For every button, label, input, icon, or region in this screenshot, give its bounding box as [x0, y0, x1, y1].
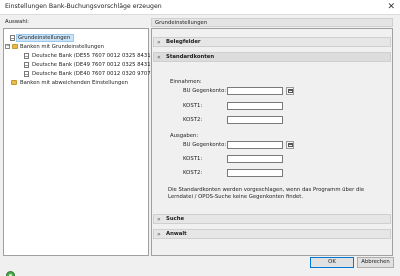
- settings-header: Grundeinstellungen: [151, 18, 393, 27]
- einnahmen-bu-gegenkonto-input[interactable]: [227, 87, 283, 95]
- ausgaben-heading: Ausgaben:: [170, 133, 199, 139]
- calendar-icon: [288, 143, 293, 147]
- expand-chevron-icon: »: [157, 216, 161, 223]
- ausgaben-kost2-input[interactable]: [227, 169, 283, 177]
- einnahmen-kost1-label: KOST1:: [183, 103, 203, 109]
- tree-item-label: Banken mit abweichenden Einstellungen: [20, 80, 128, 86]
- folder-icon: [12, 44, 18, 49]
- section-title: Anwalt: [166, 231, 187, 237]
- section-title: Suche: [166, 216, 185, 222]
- section-suche[interactable]: » Suche: [153, 214, 391, 224]
- expand-chevron-icon: »: [157, 231, 161, 238]
- document-icon: [24, 71, 29, 77]
- ausgaben-kost1-label: KOST1:: [183, 156, 203, 162]
- document-icon: [24, 53, 29, 59]
- ok-button[interactable]: OK: [310, 257, 354, 268]
- document-icon: [10, 35, 15, 41]
- ausgaben-kost2-label: KOST2:: [183, 170, 203, 176]
- ausgaben-kost1-input[interactable]: [227, 155, 283, 163]
- einnahmen-bu-gegenkonto-label: BU Gegenkonto:: [183, 88, 227, 94]
- cancel-button[interactable]: Abbrechen: [357, 257, 394, 268]
- ausgaben-account-lookup-button[interactable]: [286, 141, 294, 149]
- tree-item-label: Deutsche Bank (DE55 7607 0012 0325 8431 …: [32, 53, 158, 59]
- calendar-icon: [288, 89, 293, 93]
- einnahmen-heading: Einnahmen:: [170, 79, 202, 85]
- einnahmen-kost2-label: KOST2:: [183, 117, 203, 123]
- standardkonten-info-text: Die Standardkonten werden vorgeschlagen,…: [168, 187, 365, 200]
- section-anwalt[interactable]: » Anwalt: [153, 229, 391, 239]
- dialog-body: Auswahl: Grundeinstellungen − Banken mit…: [0, 15, 400, 276]
- selection-label: Auswahl:: [5, 19, 29, 25]
- settings-header-title: Grundeinstellungen: [155, 20, 208, 26]
- einnahmen-kost2-input[interactable]: [227, 116, 283, 124]
- section-belegfelder[interactable]: » Belegfelder: [153, 37, 391, 47]
- document-icon: [24, 62, 29, 68]
- folder-icon: [11, 80, 17, 85]
- tree-item-label: Banken mit Grundeinstellungen: [20, 44, 104, 50]
- collapse-chevron-icon: «: [157, 54, 161, 61]
- einnahmen-kost1-input[interactable]: [227, 102, 283, 110]
- window-titlebar: Einstellungen Bank-Buchungsvorschläge er…: [0, 0, 400, 15]
- tree-item-label: Grundeinstellungen: [18, 35, 71, 41]
- close-icon[interactable]: ✕: [387, 1, 395, 13]
- ausgaben-bu-gegenkonto-input[interactable]: [227, 141, 283, 149]
- section-title: Standardkonten: [166, 54, 215, 60]
- ausgaben-bu-gegenkonto-label: BU Gegenkonto:: [183, 142, 227, 148]
- window-title: Einstellungen Bank-Buchungsvorschläge er…: [5, 3, 162, 10]
- section-title: Belegfelder: [166, 39, 201, 45]
- expand-chevron-icon: »: [157, 39, 161, 46]
- collapse-icon[interactable]: −: [5, 44, 10, 49]
- help-icon[interactable]: [6, 271, 15, 276]
- tree-item-label: Deutsche Bank (DE40 7607 0012 0320 9707 …: [32, 71, 158, 77]
- tree-item-label: Deutsche Bank (DE49 7607 0012 0325 8431 …: [32, 62, 158, 68]
- section-standardkonten[interactable]: « Standardkonten: [153, 52, 391, 62]
- selection-tree[interactable]: Grundeinstellungen − Banken mit Grundein…: [3, 28, 157, 256]
- einnahmen-account-lookup-button[interactable]: [286, 87, 294, 95]
- settings-pane: » Belegfelder « Standardkonten Einnahmen…: [151, 28, 393, 256]
